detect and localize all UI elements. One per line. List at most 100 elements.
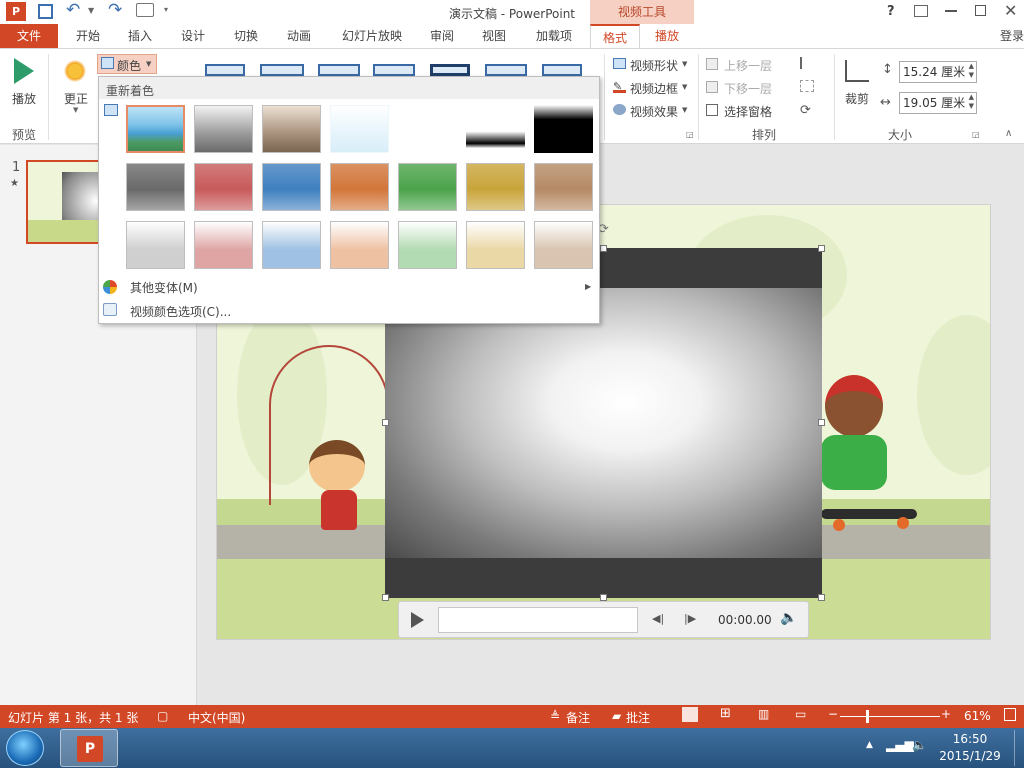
ribbon-display-options-icon[interactable]: [914, 5, 928, 17]
language-indicator[interactable]: 中文(中国): [188, 709, 245, 726]
recolor-swatch-washout[interactable]: [330, 105, 389, 153]
recolor-swatch-light[interactable]: [330, 221, 389, 269]
network-icon[interactable]: ▂▄▆: [886, 738, 914, 752]
tab-transitions[interactable]: 切换: [224, 24, 268, 48]
recolor-swatch-light[interactable]: [262, 221, 321, 269]
zoom-out-icon[interactable]: −: [828, 707, 838, 721]
video-style-thumb[interactable]: [205, 64, 245, 76]
tab-slideshow[interactable]: 幻灯片放映: [332, 24, 412, 48]
play-button[interactable]: 播放: [12, 90, 36, 107]
comments-icon[interactable]: ▰: [612, 709, 621, 723]
recolor-swatch-black-white-25[interactable]: [398, 105, 457, 153]
video-style-thumb[interactable]: [318, 64, 360, 76]
tab-format[interactable]: 格式: [590, 24, 640, 48]
collapse-ribbon-icon[interactable]: ∧: [1005, 128, 1012, 139]
play-icon[interactable]: [14, 58, 34, 84]
send-backward-button[interactable]: 下移一层: [724, 80, 772, 97]
height-spinner[interactable]: ▲ ▼: [969, 62, 974, 80]
help-icon[interactable]: ?: [887, 4, 895, 19]
minimize-icon[interactable]: [945, 10, 957, 12]
notes-icon[interactable]: ≜: [550, 709, 560, 723]
fit-slide-icon[interactable]: [1004, 708, 1016, 721]
video-border-dropdown-icon[interactable]: ▼: [682, 83, 687, 91]
corrections-button[interactable]: 更正: [64, 90, 88, 107]
resize-handle[interactable]: [382, 594, 389, 601]
recolor-swatch-black-white-75[interactable]: [534, 105, 593, 153]
slideshow-view-icon[interactable]: ▭: [795, 707, 806, 721]
bring-forward-button[interactable]: 上移一层: [724, 57, 772, 74]
sign-in-link[interactable]: 登录: [1000, 27, 1024, 44]
recolor-swatch-dark[interactable]: [534, 163, 593, 211]
video-style-thumb[interactable]: [260, 64, 304, 76]
recolor-swatch-dark[interactable]: [194, 163, 253, 211]
group-icon[interactable]: [800, 80, 814, 92]
show-desktop-button[interactable]: [1014, 730, 1022, 766]
align-icon[interactable]: [800, 57, 814, 69]
zoom-slider-thumb[interactable]: [866, 710, 869, 723]
comments-button[interactable]: 批注: [626, 709, 650, 726]
resize-handle[interactable]: [818, 594, 825, 601]
resize-handle[interactable]: [818, 419, 825, 426]
recolor-swatch-dark[interactable]: [330, 163, 389, 211]
recolor-swatch-light[interactable]: [534, 221, 593, 269]
zoom-level[interactable]: 61%: [964, 709, 991, 723]
taskbar-powerpoint-button[interactable]: P: [60, 729, 118, 767]
slide-sorter-view-icon[interactable]: ⊞: [720, 706, 731, 721]
video-shape-dropdown-icon[interactable]: ▼: [682, 60, 687, 68]
resize-handle[interactable]: [818, 245, 825, 252]
recolor-swatch-grayscale[interactable]: [194, 105, 253, 153]
corrections-dropdown-icon[interactable]: ▼: [73, 106, 78, 114]
normal-view-icon[interactable]: [682, 707, 698, 722]
crop-button[interactable]: 裁剪: [845, 90, 869, 107]
crop-icon[interactable]: [845, 60, 869, 82]
recolor-swatch-light[interactable]: [194, 221, 253, 269]
video-style-thumb[interactable]: [430, 64, 470, 76]
recolor-swatch-light[interactable]: [126, 221, 185, 269]
video-style-thumb[interactable]: [485, 64, 527, 76]
selection-pane-button[interactable]: 选择窗格: [724, 103, 772, 120]
video-style-thumb[interactable]: [542, 64, 582, 76]
resize-handle[interactable]: [600, 594, 607, 601]
tab-view[interactable]: 视图: [472, 24, 516, 48]
seek-forward-icon[interactable]: |▶: [684, 612, 696, 625]
resize-handle[interactable]: [600, 245, 607, 252]
close-icon[interactable]: ✕: [1004, 1, 1017, 20]
restore-icon[interactable]: [975, 5, 986, 16]
recolor-swatch-dark[interactable]: [398, 163, 457, 211]
more-variations-menu-item[interactable]: 其他变体(M): [130, 279, 198, 296]
rotate-icon[interactable]: ⟳: [800, 103, 811, 118]
tab-playback[interactable]: 播放: [640, 24, 694, 48]
video-shape-button[interactable]: 视频形状: [630, 57, 678, 74]
tab-animations[interactable]: 动画: [277, 24, 321, 48]
recolor-swatch-dark[interactable]: [126, 163, 185, 211]
recolor-swatch-dark[interactable]: [262, 163, 321, 211]
show-hidden-icons[interactable]: ▲: [866, 740, 873, 750]
size-launcher-icon[interactable]: ◲: [972, 130, 980, 139]
tab-file[interactable]: 文件: [0, 24, 58, 48]
resize-handle[interactable]: [382, 419, 389, 426]
volume-tray-icon[interactable]: 🔈: [912, 738, 927, 752]
recolor-swatch-dark[interactable]: [466, 163, 525, 211]
width-spinner[interactable]: ▲ ▼: [969, 93, 974, 111]
recolor-swatch-sepia[interactable]: [262, 105, 321, 153]
recolor-swatch-light[interactable]: [398, 221, 457, 269]
recolor-swatch-no-recolor[interactable]: [126, 105, 185, 153]
recolor-swatch-black-white-50[interactable]: [466, 105, 525, 153]
system-clock[interactable]: 16:50 2015/1/29: [935, 731, 1005, 765]
video-effects-button[interactable]: 视频效果: [630, 103, 678, 120]
tab-design[interactable]: 设计: [171, 24, 215, 48]
sun-icon[interactable]: [64, 60, 86, 82]
media-play-icon[interactable]: [411, 612, 424, 628]
tab-addins[interactable]: 加载项: [526, 24, 582, 48]
reading-view-icon[interactable]: ▥: [758, 707, 769, 721]
start-button-icon[interactable]: [6, 730, 44, 766]
zoom-slider[interactable]: [840, 716, 940, 717]
video-frame[interactable]: [385, 288, 822, 558]
video-border-button[interactable]: 视频边框: [630, 80, 678, 97]
recolor-swatch-light[interactable]: [466, 221, 525, 269]
video-styles-launcher-icon[interactable]: ◲: [686, 130, 694, 139]
seek-back-icon[interactable]: ◀|: [652, 612, 664, 625]
video-effects-dropdown-icon[interactable]: ▼: [682, 106, 687, 114]
notes-button[interactable]: 备注: [566, 709, 590, 726]
volume-icon[interactable]: 🔈: [780, 610, 797, 626]
